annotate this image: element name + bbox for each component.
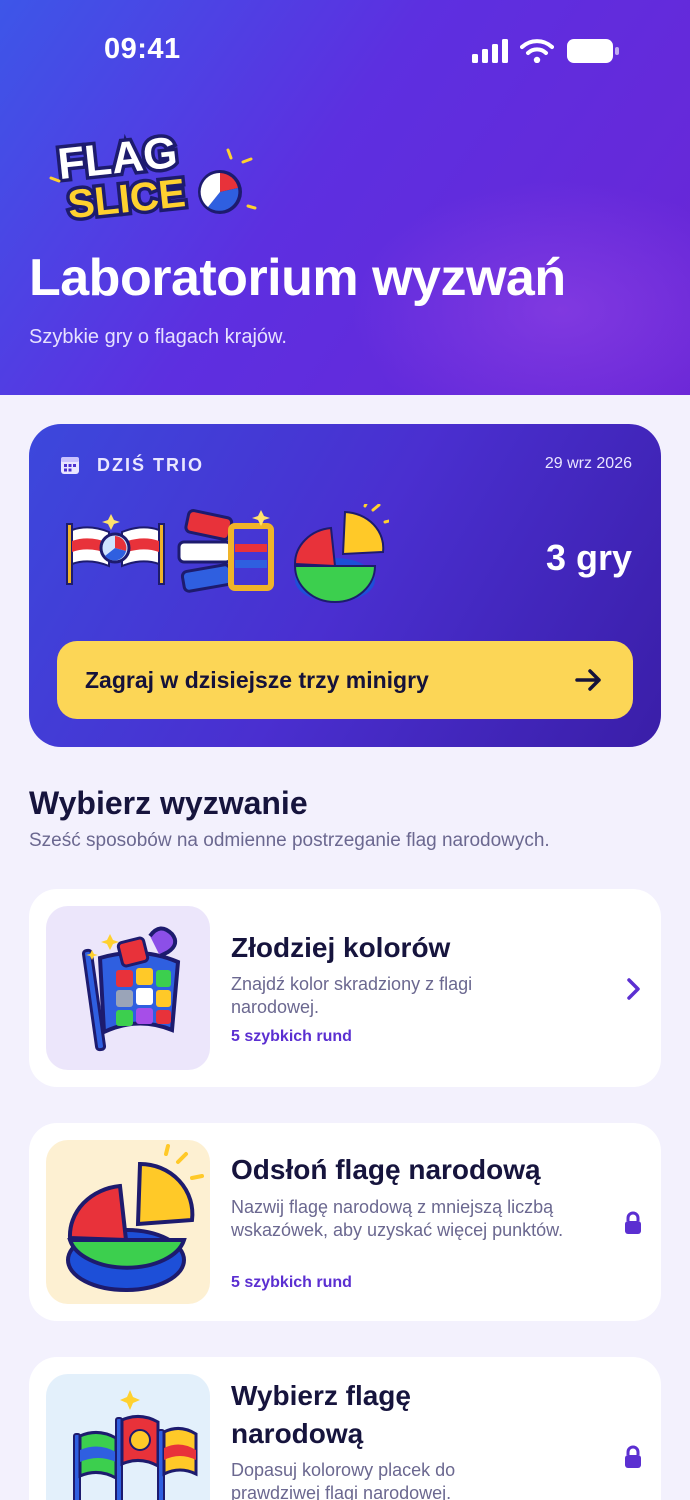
- chevron-right-icon[interactable]: [623, 977, 643, 1001]
- challenge-title: Wybierz flagę narodową: [231, 1380, 411, 1449]
- flags-magnifier-icon: [66, 514, 165, 585]
- daily-trio-card[interactable]: DZIŚ TRIO 29 wrz 2026 3 gry Zagraj w dzi…: [29, 424, 661, 747]
- trio-date: 29 wrz 2026: [544, 455, 632, 472]
- status-bar: 09:41: [0, 0, 690, 100]
- cellular-signal-icon: [472, 39, 508, 63]
- play-daily-trio-button[interactable]: Zagraj w dzisiejsze trzy minigry: [57, 641, 633, 719]
- play-button-label: Zagraj w dzisiejsze trzy minigry: [85, 666, 429, 693]
- trio-game-count: 3 gry: [545, 537, 632, 578]
- page-title: Laboratorium wyzwań: [29, 249, 566, 307]
- challenge-thumbnail: [46, 906, 210, 1070]
- section-subtitle: Sześć sposobów na odmienne postrzeganie …: [29, 830, 550, 851]
- trio-games-illustration: [66, 504, 389, 603]
- challenge-description: Dopasuj kolorowy placek do prawdziwej fl…: [231, 1460, 456, 1500]
- status-time: 09:41: [104, 33, 181, 65]
- challenge-rounds: 5 szybkich rund: [231, 1028, 352, 1045]
- challenge-card-pick-flag[interactable]: Wybierz flagę narodową Dopasuj kolorowy …: [29, 1357, 661, 1500]
- challenge-thumbnail: [46, 1374, 210, 1500]
- status-icons: [472, 38, 620, 64]
- flags-icon: [73, 1390, 198, 1500]
- challenge-rounds: 5 szybkich rund: [231, 1274, 352, 1291]
- pie-chart-icon: [66, 1144, 204, 1292]
- challenge-card-reveal-flag[interactable]: Odsłoń flagę narodową Nazwij flagę narod…: [29, 1123, 661, 1321]
- lock-icon: [625, 1211, 641, 1234]
- wifi-icon: [520, 39, 554, 63]
- pie-slice-icon: [293, 504, 389, 603]
- arrow-right-icon: [575, 669, 601, 691]
- challenge-title: Złodziej kolorów: [231, 932, 451, 963]
- challenge-description: Nazwij flagę narodową z mniejszą liczbą …: [231, 1197, 564, 1240]
- challenge-title: Odsłoń flagę narodową: [231, 1154, 541, 1185]
- lock-icon: [625, 1445, 641, 1468]
- battery-icon: [567, 39, 619, 63]
- challenge-thumbnail: [46, 1140, 210, 1304]
- section-title: Wybierz wyzwanie: [29, 785, 308, 821]
- flag-palette-icon: [81, 926, 181, 1052]
- page-subtitle: Szybkie gry o flagach krajów.: [29, 326, 287, 348]
- challenge-description: Znajdź kolor skradziony z flagi narodowe…: [231, 974, 473, 1017]
- color-swatches-icon: [177, 509, 274, 593]
- hero-header: 09:41 FLAG SLICE Laboratorium wyzwań Szy…: [0, 0, 690, 395]
- calendar-icon: [61, 457, 79, 474]
- trio-label: DZIŚ TRIO: [97, 455, 204, 475]
- flag-slice-logo: FLAG SLICE: [49, 124, 257, 222]
- challenge-card-color-thief[interactable]: Złodziej kolorów Znajdź kolor skradziony…: [29, 889, 661, 1087]
